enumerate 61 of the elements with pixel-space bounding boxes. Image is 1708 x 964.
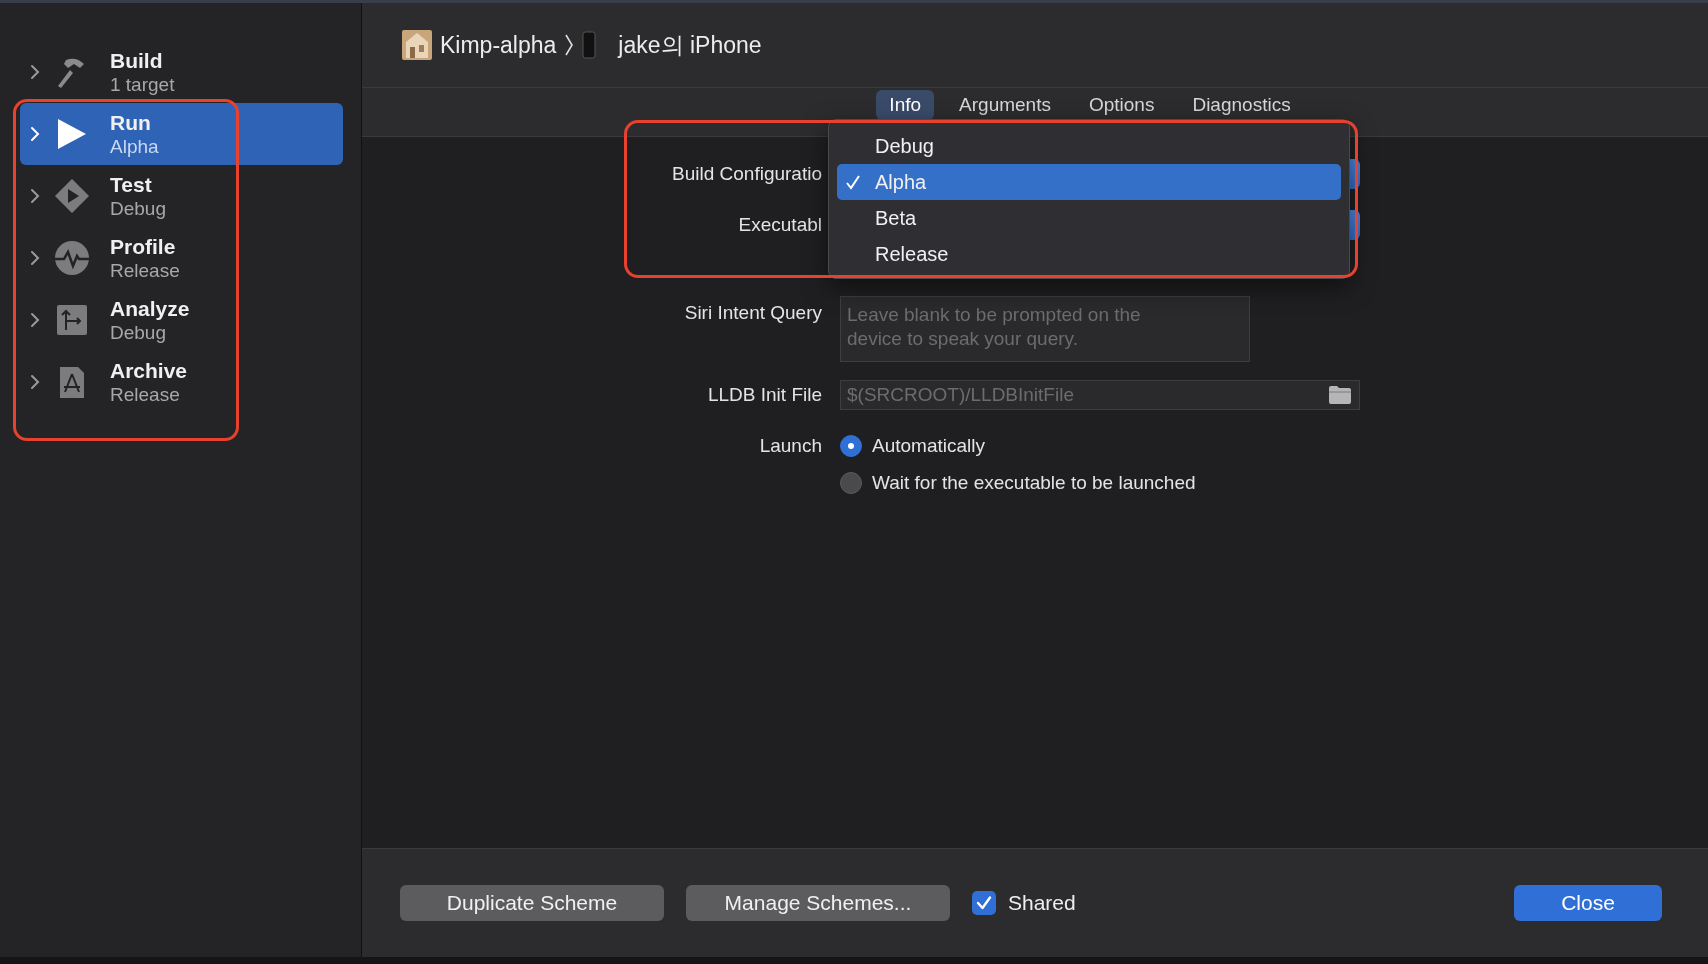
checkmark-icon — [845, 174, 861, 190]
chevron-icon — [30, 374, 40, 390]
footer-button[interactable]: Manage Schemes... — [686, 885, 950, 921]
action-name: Profile — [110, 233, 177, 259]
chevron-icon — [30, 64, 40, 80]
action-detail: 1 target — [110, 72, 175, 97]
radio-button[interactable] — [840, 472, 862, 494]
diamond-play-icon — [54, 178, 90, 214]
radio-label: Wait for the executable to be launched — [872, 472, 1196, 494]
tab[interactable]: Diagnostics — [1179, 90, 1304, 120]
action-detail: Alpha — [110, 134, 159, 159]
action-name: Build — [110, 47, 164, 73]
radio-button[interactable] — [840, 435, 862, 457]
device-name[interactable]: jake의 iPhone — [618, 29, 762, 61]
scheme-action-item[interactable]: Archive Release — [20, 351, 343, 413]
action-detail: Debug — [110, 320, 167, 345]
tab[interactable]: Arguments — [946, 90, 1064, 120]
menu-item-label: Debug — [875, 134, 934, 158]
chevron-icon — [30, 312, 40, 328]
field-label: Executabl — [737, 214, 822, 236]
action-name: Archive — [110, 357, 188, 383]
chevron-icon — [564, 33, 575, 57]
field-label: Siri Intent Query — [683, 301, 822, 324]
checkbox[interactable] — [972, 891, 996, 915]
chevron-icon — [30, 126, 40, 142]
project-name[interactable]: Kimp-alpha — [440, 31, 557, 59]
menu-item-label: Alpha — [875, 170, 927, 194]
action-detail: Debug — [110, 196, 166, 221]
action-detail: Release — [110, 258, 180, 283]
chevron-icon — [30, 188, 40, 204]
tab[interactable]: Options — [1075, 90, 1168, 120]
pulse-icon — [54, 240, 90, 276]
menu-item[interactable]: Release — [837, 236, 1341, 272]
menu-item[interactable]: Debug — [837, 128, 1341, 164]
query-field[interactable]: Leave blank to be prompted on the device to speak your query. — [840, 296, 1250, 362]
phone-icon — [582, 31, 597, 59]
menu-item[interactable]: Alpha — [837, 164, 1341, 200]
field-label: LLDB Init File — [706, 384, 822, 406]
scheme-action-item[interactable]: Analyze Debug — [20, 289, 343, 351]
menu-item[interactable]: Beta — [837, 200, 1341, 236]
menu-item-label: Beta — [875, 206, 917, 230]
app-icon — [402, 30, 432, 60]
scheme-action-item[interactable]: Build 1 target — [20, 41, 343, 103]
menu-item-label: Release — [875, 242, 949, 266]
chevron-icon — [30, 250, 40, 266]
file-path-field[interactable]: $(SRCROOT)/LLDBInitFile — [840, 380, 1360, 410]
radio-label: Automatically — [872, 435, 985, 457]
checkbox-label: Shared — [1008, 891, 1076, 915]
action-name: Analyze — [110, 295, 190, 321]
action-detail: Release — [110, 382, 181, 407]
scheme-action-item[interactable]: Test Debug — [20, 165, 343, 227]
action-name: Run — [110, 109, 152, 135]
action-name: Test — [110, 171, 153, 197]
scheme-action-item[interactable]: Profile Release — [20, 227, 343, 289]
tab[interactable]: Info — [876, 90, 935, 120]
footer-button[interactable]: Duplicate Scheme — [400, 885, 664, 921]
field-label: Build Configuratio — [671, 163, 822, 185]
field-label: Launch — [758, 435, 822, 457]
scheme-action-item[interactable]: Run Alpha — [20, 103, 343, 165]
folder-icon[interactable] — [1328, 385, 1352, 405]
close-button[interactable]: Close — [1514, 885, 1662, 921]
